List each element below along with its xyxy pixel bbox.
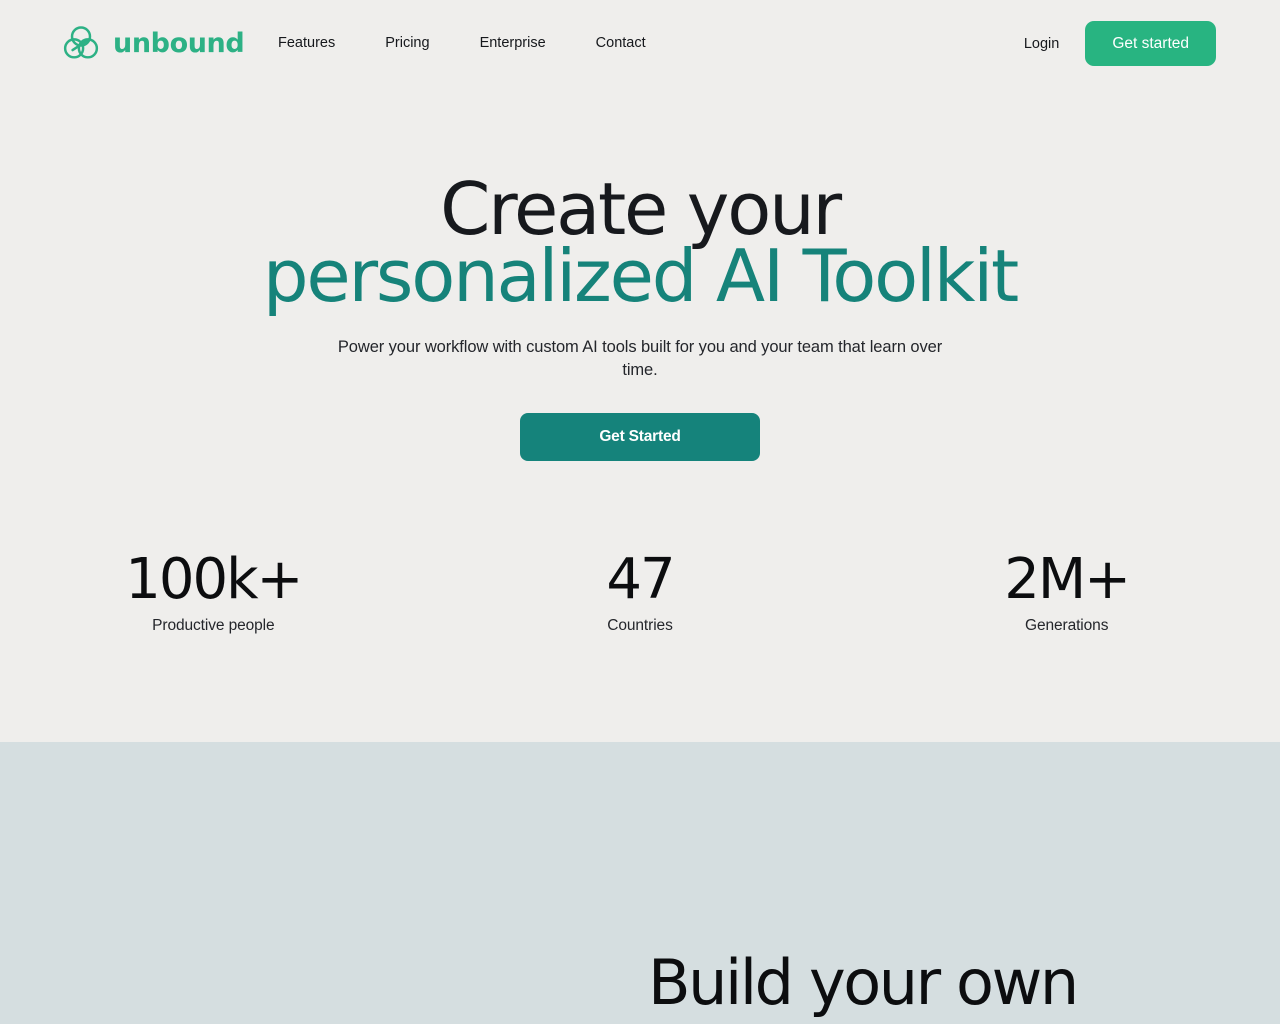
stat-value: 100k+ xyxy=(125,547,303,612)
nav-item-enterprise[interactable]: Enterprise xyxy=(480,31,546,55)
trefoil-circles-logo-icon xyxy=(63,26,99,59)
stats-row: 100k+ Productive people 47 Countries 2M+… xyxy=(0,550,1280,636)
login-link[interactable]: Login xyxy=(1024,33,1059,55)
build-section: Build your own xyxy=(0,742,1280,1024)
stat-item: 100k+ Productive people xyxy=(0,550,427,636)
stat-value: 2M+ xyxy=(1004,547,1131,612)
site-header: unbound Features Pricing Enterprise Cont… xyxy=(0,0,1280,88)
brand-wordmark: unbound xyxy=(113,27,245,59)
stat-label: Countries xyxy=(607,617,673,634)
stat-item: 2M+ Generations xyxy=(853,550,1280,636)
hero-subtitle: Power your workflow with custom AI tools… xyxy=(337,338,943,379)
stat-label: Generations xyxy=(1025,617,1109,634)
hero-title: Create your personalized AI Toolkit xyxy=(0,173,1280,318)
stat-value: 47 xyxy=(606,547,675,612)
nav-item-pricing[interactable]: Pricing xyxy=(385,31,429,55)
hero-get-started-button[interactable]: Get Started xyxy=(520,413,760,461)
stat-item: 47 Countries xyxy=(427,550,854,636)
main-nav: Features Pricing Enterprise Contact xyxy=(278,31,646,55)
build-section-title: Build your own xyxy=(648,946,1079,1019)
nav-item-contact[interactable]: Contact xyxy=(596,31,646,55)
hero-title-line-2: personalized AI Toolkit xyxy=(262,234,1019,318)
hero-section: Create your personalized AI Toolkit Powe… xyxy=(0,88,1280,742)
nav-item-features[interactable]: Features xyxy=(278,31,335,55)
stat-label: Productive people xyxy=(152,617,275,634)
header-get-started-button[interactable]: Get started xyxy=(1085,21,1216,66)
header-actions: Login Get started xyxy=(1024,21,1216,66)
brand-logo[interactable]: unbound xyxy=(60,22,245,64)
landing-page: unbound Features Pricing Enterprise Cont… xyxy=(0,0,1280,1024)
